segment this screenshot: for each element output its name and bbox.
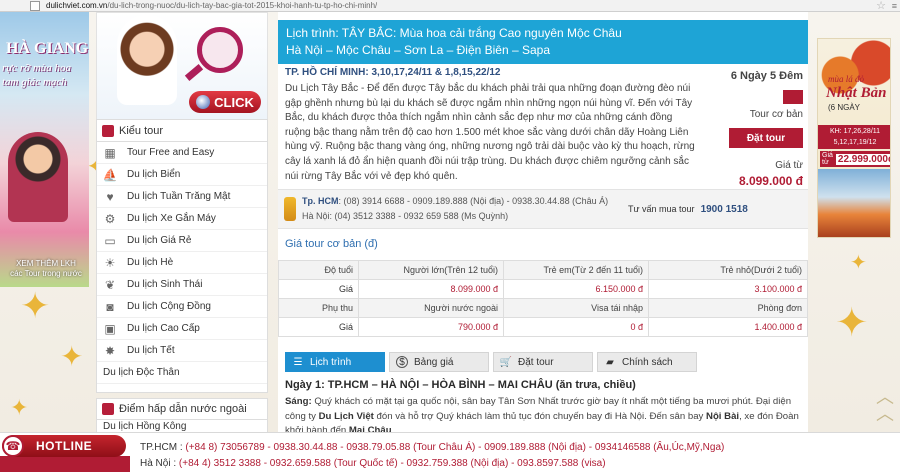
sidebar-heading: Kiểu tour bbox=[97, 120, 267, 142]
banner-more-link[interactable]: XEM THÊM LKH các Tour trong nước bbox=[6, 259, 86, 279]
sun-icon: ☀ bbox=[104, 255, 116, 270]
list-icon: ☰ bbox=[293, 356, 303, 368]
sidebar-item-trang-mat[interactable]: ♥ Du lịch Tuần Trăng Mật bbox=[97, 186, 267, 208]
tour-detail: Lịch trình: TÂY BẮC: Mùa hoa cải trắng C… bbox=[278, 12, 808, 442]
magnifier-handle bbox=[184, 64, 204, 81]
sidebar-item-sinh-thai[interactable]: ❦ Du lịch Sinh Thái bbox=[97, 274, 267, 296]
contact-hanoi: Hà Nội: (04) 3512 3388 - 0932 659 588 (M… bbox=[302, 211, 509, 221]
sidebar-item-cao-cap[interactable]: ▣ Du lịch Cao Cấp bbox=[97, 318, 267, 340]
price-table: Độ tuổi Người lớn(Trên 12 tuổi) Trẻ em(T… bbox=[278, 260, 808, 337]
cart-icon: 🛒 bbox=[499, 356, 513, 368]
leaf-icon: ❦ bbox=[104, 277, 116, 292]
ribbon-tab bbox=[783, 90, 803, 104]
heart-icon: ♥ bbox=[106, 189, 114, 204]
click-button[interactable]: CLICK bbox=[189, 91, 261, 113]
browser-url-bar[interactable]: dulichviet.com.vn/du-lich-trong-nuoc/du-… bbox=[0, 0, 900, 12]
advice-hotline: Tư vấn mua tour 1900 1518 bbox=[628, 204, 748, 215]
tab-itinerary[interactable]: ☰ Lịch trình bbox=[285, 352, 385, 372]
maple-leaf-icon: ✦ bbox=[850, 252, 867, 274]
maple-leaf-icon: ✦ bbox=[20, 285, 51, 326]
tab-booking[interactable]: 🛒 Đặt tour bbox=[493, 352, 593, 372]
price-from-label: Giá từ bbox=[775, 160, 803, 171]
tab-policy[interactable]: ▰ Chính sách bbox=[597, 352, 697, 372]
banner-title: HÀ GIANG bbox=[6, 40, 89, 57]
contact-bar: Tp. HCM: (08) 3914 6688 - 0909.189.888 (… bbox=[278, 189, 808, 229]
banner-price: Giá từ 22.999.000đ bbox=[820, 151, 890, 167]
url-text[interactable]: dulichviet.com.vn/du-lich-trong-nuoc/du-… bbox=[46, 1, 377, 10]
tour-duration: 6 Ngày 5 Đêm bbox=[730, 70, 803, 82]
maple-leaf-icon: ✦ bbox=[60, 341, 84, 372]
sailboat-icon: ⛵ bbox=[102, 167, 118, 182]
tour-tabs: ☰ Lịch trình $ Bảng giá 🛒 Đặt tour ▰ Chính s… bbox=[285, 352, 697, 372]
hotline-hanoi: Hà Nội : (+84 4) 3512 3388 - 0932.659.58… bbox=[140, 458, 606, 469]
tab-price[interactable]: $ Bảng giá bbox=[389, 352, 489, 372]
page-icon bbox=[30, 0, 40, 11]
heading-bullet-icon bbox=[102, 403, 114, 415]
banner-subtitle-2: tam giác mạch bbox=[2, 76, 67, 88]
building-icon: ▦ bbox=[104, 145, 116, 160]
tour-title: Lịch trình: TÂY BẮC: Mùa hoa cải trắng C… bbox=[286, 26, 622, 40]
camera-icon: ◙ bbox=[106, 299, 114, 314]
sidebar-item-xe-gan-may[interactable]: ⚙ Du lịch Xe Gắn Máy bbox=[97, 208, 267, 230]
chevron-up-icon[interactable]: ︿ bbox=[876, 400, 894, 426]
sidebar-item-tet[interactable]: ✸ Du lịch Tết bbox=[97, 340, 267, 362]
tour-route: Hà Nội – Mộc Châu – Sơn La – Điện Biên –… bbox=[286, 43, 551, 57]
suitcase-icon: ▣ bbox=[104, 321, 116, 336]
sidebar-item-doc-than[interactable]: Du lịch Độc Thân bbox=[97, 362, 267, 384]
chat-icon: ▰ bbox=[606, 356, 614, 368]
phone-icon: ☎ bbox=[2, 435, 24, 457]
sidebar-item-cong-dong[interactable]: ◙ Du lịch Cộng Đồng bbox=[97, 296, 267, 318]
sidebar-item-free-easy[interactable]: ▦ Tour Free and Easy bbox=[97, 142, 267, 164]
globe-icon bbox=[196, 95, 211, 109]
tour-type-sidebar: Kiểu tour ▦ Tour Free and Easy ⛵ Du lịch B… bbox=[96, 119, 268, 393]
price-table-title: Giá tour cơ bản (đ) bbox=[285, 238, 378, 250]
banner-title: Nhật Bản bbox=[826, 85, 887, 101]
money-icon: ▭ bbox=[104, 233, 116, 248]
motorbike-icon: ⚙ bbox=[104, 211, 116, 226]
tour-price: 8.099.000 đ bbox=[738, 174, 803, 188]
magnifier-icon bbox=[197, 27, 243, 73]
lantern-icon: ✸ bbox=[104, 343, 116, 358]
dollar-icon: $ bbox=[396, 356, 408, 368]
tour-title-bar: Lịch trình: TÂY BẮC: Mùa hoa cải trắng C… bbox=[278, 20, 808, 64]
maple-leaf-icon: ✦ bbox=[10, 395, 29, 420]
table-row: Phụ thu Người nước ngoài Visa tái nhập P… bbox=[278, 298, 808, 318]
call-center-banner[interactable]: CLICK bbox=[96, 12, 268, 120]
japan-scene-image bbox=[818, 169, 890, 237]
departure-dates: TP. HỒ CHÍ MINH: 3,10,17,24/11 & 1,8,15,… bbox=[285, 67, 501, 78]
banner-photo bbox=[8, 132, 68, 222]
table-row: Độ tuổi Người lớn(Trên 12 tuổi) Trẻ em(T… bbox=[278, 260, 808, 280]
hotline-bar: ☎ HOTLINE TP.HCM : (+84 8) 73056789 - 09… bbox=[0, 432, 900, 472]
ha-giang-banner[interactable]: HÀ GIANG rực rỡ mùa hoa tam giác mạch XE… bbox=[0, 12, 89, 287]
banner-duration: (6 NGÀY bbox=[828, 103, 861, 112]
table-row: Giá 790.000 đ 0 đ 1.400.000 đ bbox=[278, 317, 808, 337]
maple-leaf-icon: ✦ bbox=[835, 301, 869, 345]
banner-departures: KH: 17,26,28/11 5,12,17,19/12 bbox=[818, 125, 890, 149]
banner-subtitle: rực rỡ mùa hoa bbox=[2, 62, 72, 74]
hotline-hcm: TP.HCM : (+84 8) 73056789 - 0938.30.44.8… bbox=[140, 442, 725, 453]
sidebar-item-he[interactable]: ☀ Du lịch Hè bbox=[97, 252, 267, 274]
hotline-accent bbox=[0, 456, 130, 472]
sidebar-item-gia-re[interactable]: ▭ Du lịch Giá Rẻ bbox=[97, 230, 267, 252]
browser-menu-icon[interactable]: ≡ bbox=[892, 1, 897, 11]
sidebar-heading-abroad: Điểm hấp dẫn nước ngoài bbox=[96, 398, 268, 420]
tour-description: Du Lịch Tây Bắc - Để đến được Tây bắc du… bbox=[285, 83, 695, 182]
tour-type-label: Tour cơ bản bbox=[749, 109, 803, 120]
hotline-badge[interactable]: ☎ HOTLINE bbox=[2, 435, 126, 457]
table-row: Giá 8.099.000 đ 6.150.000 đ 3.100.000 đ bbox=[278, 279, 808, 299]
bookmark-star-icon[interactable]: ☆ bbox=[876, 0, 886, 12]
sidebar-item-bien[interactable]: ⛵ Du lịch Biển bbox=[97, 164, 267, 186]
phone-icon bbox=[284, 197, 296, 221]
book-tour-button[interactable]: Đặt tour bbox=[729, 128, 803, 148]
booking-box: 6 Ngày 5 Đêm Tour cơ bản Đặt tour Giá từ… bbox=[703, 67, 803, 191]
banner-tagline: mùa lá đỏ bbox=[828, 74, 864, 84]
contact-hcm: Tp. HCM: (08) 3914 6688 - 0909.189.888 (… bbox=[302, 196, 609, 206]
japan-autumn-banner[interactable]: mùa lá đỏ Nhật Bản (6 NGÀY KH: 17,26,28/… bbox=[817, 38, 891, 238]
day-1-title: Ngày 1: TP.HCM – HÀ NỘI – HÒA BÌNH – MAI… bbox=[285, 379, 636, 391]
heading-bullet-icon bbox=[102, 124, 114, 137]
call-center-photo bbox=[117, 15, 177, 105]
